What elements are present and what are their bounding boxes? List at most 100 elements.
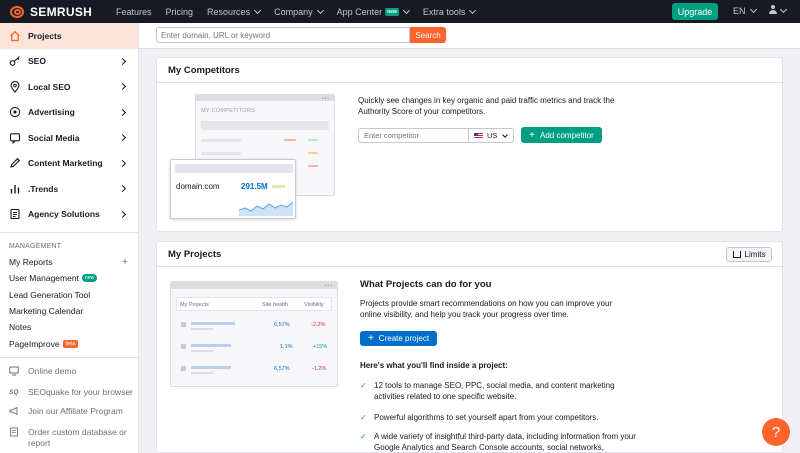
projects-illustration: ••• My Projects Site health Visibility 6… [170,281,338,387]
sidebar-item-label: Content Marketing [28,158,103,169]
sidebar-item-pageimprove[interactable]: PageImprove beta [0,335,138,351]
sidebar-item-online-demo[interactable]: Online demo [0,366,138,379]
button-label: Limits [744,250,766,259]
sidebar-item-social-media[interactable]: Social Media [0,125,138,151]
nav-label: Company [274,6,313,17]
sidebar-item-content-marketing[interactable]: Content Marketing [0,151,138,177]
help-button[interactable]: ? [762,418,790,446]
chevron-right-icon [118,82,127,91]
sidebar-item-local-seo[interactable]: Local SEO [0,74,138,100]
illustration-row-health: 1,1% [280,344,293,350]
illustration-row-visibility: -2.2% [311,322,326,328]
nav-features[interactable]: Features [116,7,152,17]
report-icon [9,427,20,440]
sidebar-item-lead-generation-tool[interactable]: Lead Generation Tool [0,287,138,303]
chevron-right-icon [118,57,127,65]
search-bar: Search [139,23,800,49]
check-icon: ✓ [360,381,367,390]
illustration-row-visibility: -1.2% [312,366,327,372]
sidebar-item-seo[interactable]: SEO [0,49,138,75]
sidebar-item-order-custom-database[interactable]: Order custom database or report [0,427,138,449]
country-select[interactable]: US [468,128,514,143]
illustration-window-title: MY COMPETITORS [201,108,256,114]
competitor-input[interactable] [358,128,469,143]
chevron-down-icon [254,6,262,14]
management-title: MANAGEMENT [9,243,62,250]
home-icon [9,30,21,42]
sidebar-item-user-management[interactable]: User Management new [0,270,138,286]
nav-label: App Center [336,6,383,17]
sidebar-item-label: Online demo [28,365,77,376]
chevron-right-icon [118,210,127,218]
sidebar-item-my-reports[interactable]: My Reports + [0,254,138,270]
main-nav: Features Pricing Resources Company App C… [116,6,489,17]
sidebar-divider [0,356,138,358]
projects-heading: What Projects can do for you [360,279,492,290]
new-badge: new [385,7,399,16]
check-icon: ✓ [360,432,367,441]
logo-text: SEMRUSH [30,4,93,19]
nav-label: Features [116,6,152,17]
illustration-row-health: 6,57% [274,366,290,372]
sidebar-item-label: Order custom database or report [28,426,127,448]
my-projects-card: My Projects Limits ••• My Projects Site … [156,241,783,453]
sidebar-item-label: PageImprove [9,338,60,349]
nav-pricing[interactable]: Pricing [166,7,194,17]
feature-item: ✓ 12 tools to manage SEO, PPC, social med… [360,380,640,402]
upgrade-button[interactable]: Upgrade [672,3,718,20]
chevron-right-icon [118,133,127,142]
sidebar-item-label: SEOquake for your browser [28,386,133,397]
nav-label: Extra tools [422,6,466,17]
sidebar-item-seoquake[interactable]: SQ SEOquake for your browser [0,387,138,398]
limits-button[interactable]: Limits [726,247,772,262]
search-input[interactable] [156,27,410,43]
monitor-icon [9,366,20,379]
language-label: EN [733,6,746,16]
nav-company[interactable]: Company [274,6,324,17]
illustration-header-projects: My Projects [180,302,209,308]
illustration-header-visibility: Visibility [304,302,324,308]
semrush-logo[interactable]: SEMRUSH [10,5,102,19]
sidebar-item-label: Lead Generation Tool [9,289,91,300]
create-project-button[interactable]: + Create project [360,331,437,346]
sidebar-item-trends[interactable]: .Trends [0,176,138,202]
new-badge: new [81,274,98,283]
sidebar-item-advertising[interactable]: Advertising [0,100,138,126]
sidebar-item-marketing-calendar[interactable]: Marketing Calendar [0,303,138,319]
sidebar-item-label: Projects [28,30,62,41]
sidebar-item-projects[interactable]: Projects [0,23,138,49]
chevron-right-icon [118,159,127,167]
check-icon: ✓ [360,413,367,422]
plus-icon[interactable]: + [122,257,128,268]
sidebar-item-notes[interactable]: Notes [0,319,138,335]
competitors-description: Quickly see changes in key organic and p… [358,96,615,116]
key-icon [9,55,21,67]
nav-resources[interactable]: Resources [207,6,262,17]
search-button[interactable]: Search [410,27,446,43]
chevron-right-icon [118,184,127,193]
illustration-sparkline [239,201,293,216]
illustration-domain-card: domain.com 291.5M [170,159,296,219]
sidebar-item-label: SEO [28,56,46,67]
chevron-down-icon [469,6,477,14]
sidebar-item-affiliate-program[interactable]: Join our Affiliate Program [0,406,138,419]
nav-extra-tools[interactable]: Extra tools [422,6,477,17]
nav-app-center[interactable]: App Center new [336,6,410,17]
sidebar-item-label: Marketing Calendar [9,306,84,317]
chat-icon [9,132,21,144]
illustration-domain: domain.com [176,182,220,191]
map-pin-icon [9,80,21,93]
user-menu[interactable] [768,5,788,16]
add-competitor-button[interactable]: + Add competitor [521,127,602,143]
document-icon [9,208,21,220]
top-navigation-bar: SEMRUSH Features Pricing Resources Compa… [0,0,800,23]
button-label: Add competitor [540,130,594,140]
sidebar-item-label: Social Media [28,132,80,143]
sidebar-item-label: Agency Solutions [28,209,100,220]
user-icon [768,5,778,16]
illustration-row-visibility: +15% [313,344,328,350]
country-label: US [487,131,498,140]
sidebar-item-agency-solutions[interactable]: Agency Solutions [0,202,138,228]
language-selector[interactable]: EN [733,5,757,16]
illustration-row-health: 6,57% [274,322,290,328]
